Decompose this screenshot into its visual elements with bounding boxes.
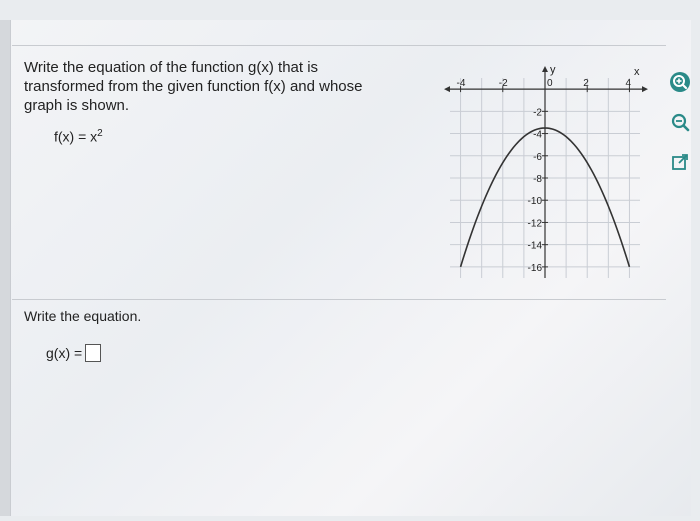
given-function: f(x) = x2 [54,128,103,145]
y-axis-label: y [550,64,556,76]
middle-divider [12,299,666,300]
zoom-in-button[interactable] [668,70,692,94]
x-axis-label: x [634,66,640,78]
y-axis-arrow [542,66,548,72]
graph-tools [668,70,698,190]
y-tick-label: -4 [533,130,542,141]
zoom-in-icon [670,72,690,92]
answer-prompt: Write the equation. [24,308,142,324]
question-text: Write the equation of the function g(x) … [24,59,363,114]
y-tick-label: -6 [533,152,542,163]
top-divider [12,45,666,46]
zoom-out-button[interactable] [668,110,692,134]
zoom-out-icon [671,113,690,132]
answer-row: g(x) = [46,344,102,362]
y-tick-label: -14 [528,241,543,252]
answer-input[interactable] [85,344,102,362]
origin-label: 0 [547,78,553,89]
y-tick-label: -8 [533,174,542,185]
popout-button[interactable] [668,150,692,174]
y-tick-label: -12 [528,218,543,229]
x-tick-label: 2 [583,78,589,89]
given-function-label: f(x) = x [54,128,98,145]
given-function-exponent: 2 [97,128,103,139]
x-axis-arrow [642,86,648,93]
y-tick-label: -10 [528,196,543,207]
answer-label: g(x) = [46,345,83,361]
x-tick-label: 4 [625,78,631,89]
x-tick-label: -2 [499,78,508,89]
parabola-graph: x y -4 -2 2 4 0 -2 -4 -6 -8 -10 -12 -14 -16 [444,64,648,278]
x-tick-label: -4 [457,78,466,89]
y-tick-label: -2 [533,107,542,118]
y-tick-label: -16 [528,263,543,274]
x-axis-arrow-left [444,86,450,93]
left-edge [0,20,10,516]
popout-icon [672,154,688,170]
